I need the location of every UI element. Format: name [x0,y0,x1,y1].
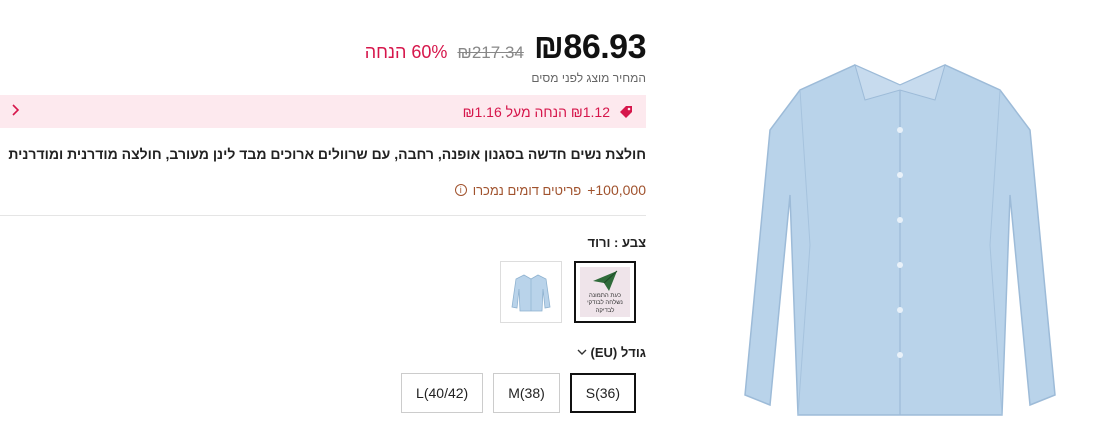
product-title: חולצת נשים חדשה בסגנון אופנה, רחבה, עם ש… [8,146,646,162]
sold-label: פריטים דומים נמכרו [472,182,582,198]
sold-count: +100,000 [587,182,646,198]
current-price: ₪86.93 [533,28,647,66]
sold-row: +100,000 פריטים דומים נמכרו i [454,182,646,198]
size-options: S(36) M(38) L(40/42) [401,373,636,413]
chevron-down-icon[interactable] [577,347,587,359]
color-swatches: כעת התמונה נשלחה לבודקי לבדיקה [500,261,636,323]
product-image-pane [700,0,1113,431]
swatch-pink-placeholder[interactable]: כעת התמונה נשלחה לבודקי לבדיקה [574,261,636,323]
size-option-m38[interactable]: M(38) [493,373,560,413]
tax-note: המחיר מוצג לפני מסים [531,71,646,85]
paper-plane-icon [593,270,618,292]
product-info: ₪86.93 ₪217.34 60% הנחה המחיר מוצג לפני … [0,0,647,431]
placeholder-caption: כעת התמונה נשלחה לבודקי לבדיקה [587,293,623,314]
discount-badge: 60% הנחה [364,42,448,62]
chevron-left-icon[interactable] [10,103,20,120]
price-row: ₪86.93 ₪217.34 60% הנחה [364,28,647,67]
info-icon[interactable]: i [454,184,467,196]
size-option-s36[interactable]: S(36) [569,373,636,413]
size-label-row[interactable]: גודל (EU) [577,345,647,360]
coupon-bar[interactable]: ₪1.12 הנחה מעל ₪1.16 [0,95,646,128]
tag-icon [618,104,634,120]
placeholder-image: כעת התמונה נשלחה לבודקי לבדיקה [580,267,630,317]
color-label: צבע : ורוד [587,235,646,250]
size-label: גודל (EU) [590,345,647,360]
coupon-text: ₪1.12 הנחה מעל ₪1.16 [462,103,610,120]
divider [0,215,646,216]
swatch-light-blue-shirt[interactable] [500,261,562,323]
size-option-l40-42[interactable]: L(40/42) [401,373,484,413]
shirt-thumbnail [511,274,551,312]
product-image[interactable] [740,45,1060,425]
original-price: ₪217.34 [457,43,524,62]
